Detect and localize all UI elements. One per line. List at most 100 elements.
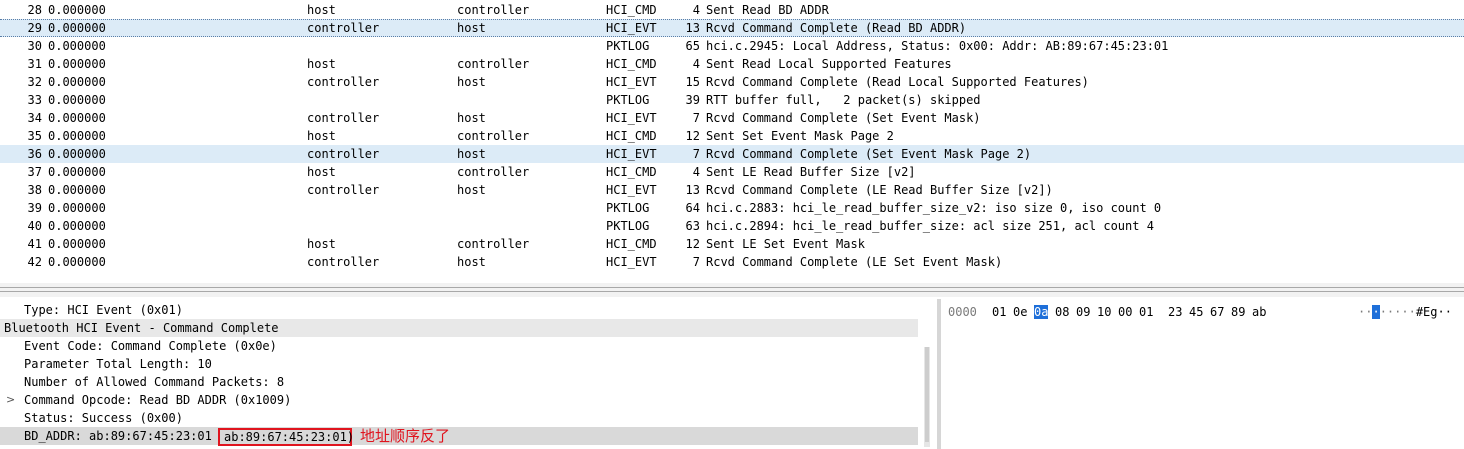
detail-row-bd-addr[interactable]: BD_ADDR: ab:89:67:45:23:01 xyxy=(0,427,918,445)
packet-row[interactable]: 32 0.000000 controller host HCI_EVT 15 Rcvd Co… xyxy=(0,73,1464,91)
packet-source: host xyxy=(307,165,336,179)
detail-section-header[interactable]: Bluetooth HCI Event - Command Complete xyxy=(0,319,918,337)
hex-byte[interactable]: 45 xyxy=(1189,305,1203,319)
packet-length: 65 xyxy=(685,39,700,53)
packet-no: 35 xyxy=(27,129,42,143)
details-scrollbar[interactable] xyxy=(924,347,930,447)
packet-protocol: HCI_EVT xyxy=(606,75,657,89)
packet-info: Sent Set Event Mask Page 2 xyxy=(706,129,894,143)
hex-byte[interactable]: ab xyxy=(1252,305,1266,319)
detail-row[interactable]: Event Code: Command Complete (0x0e) xyxy=(0,337,918,355)
packet-row[interactable]: 42 0.000000 controller host HCI_EVT 7 Rcvd Com… xyxy=(0,253,1464,271)
hex-byte[interactable]: 10 xyxy=(1097,305,1111,319)
packet-row[interactable]: 29 0.000000 controller host HCI_EVT 13 Rcvd Co… xyxy=(0,19,1464,37)
annotation-box: ab:89:67:45:23:01) xyxy=(218,428,354,446)
detail-row[interactable]: Number of Allowed Command Packets: 8 xyxy=(0,373,918,391)
packet-row[interactable]: 34 0.000000 controller host HCI_EVT 7 Rcvd Com… xyxy=(0,109,1464,127)
packet-destination: host xyxy=(457,147,486,161)
detail-row-opcode[interactable]: > Command Opcode: Read BD ADDR (0x1009) xyxy=(0,391,918,409)
packet-row[interactable]: 31 0.000000 host controller HCI_CMD 4 Sent Rea… xyxy=(0,55,1464,73)
packet-row[interactable]: 28 0.000000 host controller HCI_CMD 4 Sent Rea… xyxy=(0,1,1464,19)
hex-byte-cell[interactable]: 23 xyxy=(1168,303,1189,321)
hex-byte[interactable]: 08 xyxy=(1055,305,1069,319)
pane-splitter[interactable] xyxy=(0,283,1464,297)
bytes-row[interactable]: 0000 01 0e 0a 08 09 10 00 01 23 45 67 89 ab ········… xyxy=(942,303,1464,321)
detail-bd-addr: BD_ADDR: ab:89:67:45:23:01 xyxy=(24,429,212,443)
hex-byte-cell[interactable]: 67 xyxy=(1210,303,1231,321)
hex-byte-cell[interactable]: ab xyxy=(1252,303,1273,321)
packet-row[interactable]: 39 0.000000 PKTLOG 64 hci.c.2883: hci_le_rea… xyxy=(0,199,1464,217)
packet-row[interactable]: 40 0.000000 PKTLOG 63 hci.c.2894: hci_le_rea… xyxy=(0,217,1464,235)
packet-details-pane[interactable]: Type: HCI Event (0x01) Bluetooth HCI Eve… xyxy=(0,299,935,449)
hex-byte[interactable]: 0e xyxy=(1013,305,1027,319)
section-header-label: Bluetooth HCI Event - Command Complete xyxy=(4,321,279,335)
hex-byte-cell[interactable]: 89 xyxy=(1231,303,1252,321)
packet-list[interactable]: 28 0.000000 host controller HCI_CMD 4 Sent Rea… xyxy=(0,0,1464,280)
packet-length: 4 xyxy=(692,57,700,71)
bytes-ascii[interactable]: ········#Eg·· xyxy=(1358,303,1452,321)
hex-byte[interactable]: 01 xyxy=(1139,305,1153,319)
packet-row[interactable]: 36 0.000000 controller host HCI_EVT 7 Rcvd Com… xyxy=(0,145,1464,163)
packet-info: Rcvd Command Complete (LE Set Event Mask… xyxy=(706,255,1003,269)
packet-row[interactable]: 35 0.000000 host controller HCI_CMD 12 Sent Se… xyxy=(0,127,1464,145)
hex-byte-cell[interactable]: 0e xyxy=(1013,303,1034,321)
splitter-line xyxy=(0,287,1464,288)
packet-info: hci.c.2945: Local Address, Status: 0x00:… xyxy=(706,39,1169,53)
packet-no: 40 xyxy=(27,219,42,233)
hex-byte-cell[interactable]: 08 xyxy=(1055,303,1076,321)
packet-no: 37 xyxy=(27,165,42,179)
packet-row[interactable]: 41 0.000000 host controller HCI_CMD 12 Sent LE… xyxy=(0,235,1464,253)
packet-time: 0.000000 xyxy=(48,219,106,233)
hex-byte[interactable]: 0a xyxy=(1034,305,1049,319)
packet-destination: host xyxy=(457,255,486,269)
packet-no: 34 xyxy=(27,111,42,125)
hex-byte[interactable]: 23 xyxy=(1168,305,1182,319)
packet-no: 38 xyxy=(27,183,42,197)
bytes-offset: 0000 xyxy=(948,305,977,319)
hex-byte[interactable]: 67 xyxy=(1210,305,1224,319)
packet-destination: host xyxy=(457,21,486,35)
hex-byte-cell[interactable]: 00 xyxy=(1118,303,1139,321)
detail-row[interactable]: Status: Success (0x00) xyxy=(0,409,918,427)
packet-destination: host xyxy=(457,183,486,197)
packet-info: Sent LE Set Event Mask xyxy=(706,237,865,251)
packet-protocol: HCI_CMD xyxy=(606,57,657,71)
detail-row[interactable]: Parameter Total Length: 10 xyxy=(0,355,918,373)
packet-length: 4 xyxy=(692,3,700,17)
packet-source: host xyxy=(307,3,336,17)
detail-row[interactable]: Type: HCI Event (0x01) xyxy=(0,301,918,319)
packet-protocol: PKTLOG xyxy=(606,201,650,215)
hex-byte-cell[interactable]: 0a xyxy=(1034,303,1055,321)
bytes-hex[interactable]: 01 0e 0a 08 09 10 00 01 23 45 67 89 ab xyxy=(992,303,1273,321)
hex-byte-cell[interactable]: 01 xyxy=(1139,303,1160,321)
packet-length: 13 xyxy=(685,21,700,35)
hex-byte-cell[interactable]: 01 xyxy=(992,303,1013,321)
packet-row[interactable]: 33 0.000000 PKTLOG 39 RTT buffer full, 2 pac… xyxy=(0,91,1464,109)
packet-row[interactable]: 37 0.000000 host controller HCI_CMD 4 Sent LE … xyxy=(0,163,1464,181)
packet-destination: host xyxy=(457,75,486,89)
packet-protocol: HCI_EVT xyxy=(606,111,657,125)
packet-protocol: HCI_CMD xyxy=(606,165,657,179)
packet-destination: controller xyxy=(457,57,530,71)
packet-row[interactable]: 30 0.000000 PKTLOG 65 hci.c.2945: Local Addr… xyxy=(0,37,1464,55)
packet-protocol: HCI_CMD xyxy=(606,237,657,251)
hex-byte-cell[interactable]: 09 xyxy=(1076,303,1097,321)
hex-byte-cell[interactable]: 10 xyxy=(1097,303,1118,321)
packet-info: hci.c.2883: hci_le_read_buffer_size_v2: … xyxy=(706,201,1162,215)
packet-info: RTT buffer full, 2 packet(s) skipped xyxy=(706,93,981,107)
hex-byte-cell[interactable]: 45 xyxy=(1189,303,1210,321)
hex-byte[interactable]: 89 xyxy=(1231,305,1245,319)
packet-row[interactable]: 38 0.000000 controller host HCI_EVT 13 Rcvd Co… xyxy=(0,181,1464,199)
hex-byte[interactable]: 01 xyxy=(992,305,1006,319)
detail-param-length: Parameter Total Length: 10 xyxy=(24,357,212,371)
packet-protocol: HCI_EVT xyxy=(606,21,657,35)
chevron-right-icon[interactable]: > xyxy=(6,391,15,409)
packet-info: Rcvd Command Complete (LE Read Buffer Si… xyxy=(706,183,1053,197)
packet-bytes-pane[interactable]: 0000 01 0e 0a 08 09 10 00 01 23 45 67 89 ab ········… xyxy=(942,299,1464,449)
packet-no: 28 xyxy=(27,3,42,17)
packet-time: 0.000000 xyxy=(48,201,106,215)
hex-byte[interactable]: 00 xyxy=(1118,305,1132,319)
scrollbar-thumb[interactable] xyxy=(925,347,929,442)
vertical-pane-divider[interactable] xyxy=(937,299,941,449)
hex-byte[interactable]: 09 xyxy=(1076,305,1090,319)
